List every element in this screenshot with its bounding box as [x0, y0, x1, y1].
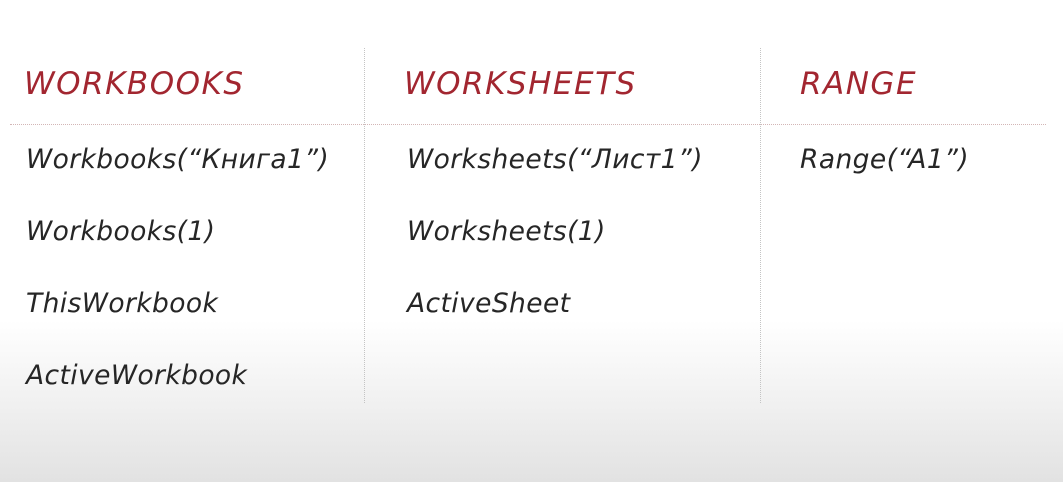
range-heading: RANGE [800, 66, 918, 102]
list-item: Workbooks(“Книга1”) [26, 144, 330, 175]
workbooks-heading: WORKBOOKS [24, 66, 245, 102]
list-item: Range(“A1”) [800, 144, 969, 175]
column-divider-1 [364, 48, 365, 403]
worksheets-heading: WORKSHEETS [404, 66, 637, 102]
list-item: ThisWorkbook [26, 288, 219, 319]
list-item: ActiveWorkbook [26, 360, 248, 391]
list-item: Workbooks(1) [26, 216, 216, 247]
slide: WORKBOOKS Workbooks(“Книга1”) Workbooks(… [0, 0, 1063, 482]
header-divider [10, 124, 1046, 125]
list-item: Worksheets(1) [407, 216, 606, 247]
list-item: Worksheets(“Лист1”) [407, 144, 703, 175]
column-divider-2 [760, 48, 761, 403]
list-item: ActiveSheet [407, 288, 571, 319]
